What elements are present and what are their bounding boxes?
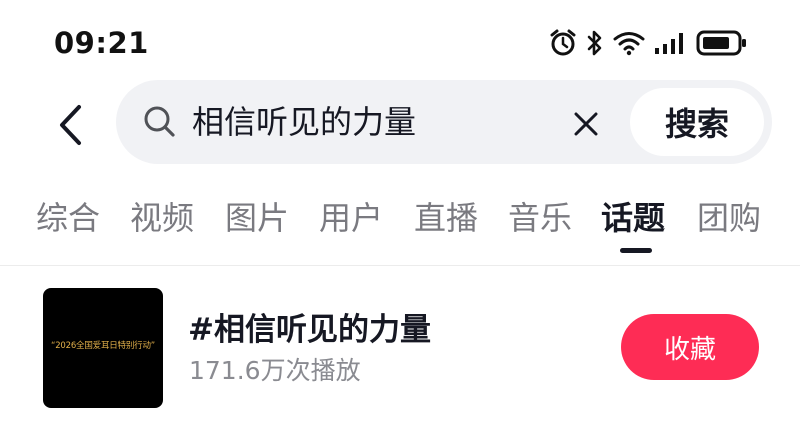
result-tabs: 综合 视频 图片 用户 直播 音乐 话题 团购 [0,190,800,260]
topic-play-count: 171.6万次播放 [189,356,361,385]
search-button[interactable]: 搜索 [630,88,764,156]
alarm-icon [548,28,578,58]
bluetooth-icon [586,29,604,57]
close-icon [574,112,598,136]
topic-result-item[interactable]: “2026全国爱耳日特别行动” #相信听见的力量 171.6万次播放 收藏 [0,266,800,446]
chevron-left-icon [60,105,81,145]
status-bar: 09:21 [0,0,800,80]
tab-users[interactable]: 用户 [319,196,383,240]
active-tab-indicator [620,248,652,253]
tab-comprehensive[interactable]: 综合 [36,196,100,240]
tab-music[interactable]: 音乐 [508,196,572,240]
status-time: 09:21 [54,26,149,60]
search-icon [142,104,178,144]
tab-videos[interactable]: 视频 [130,196,194,240]
topic-title[interactable]: #相信听见的力量 [188,310,431,350]
battery-icon [696,29,748,57]
search-bar[interactable]: 相信听见的力量 搜索 [116,80,772,164]
tab-group-buy[interactable]: 团购 [697,196,761,240]
tab-live[interactable]: 直播 [414,196,478,240]
tab-images[interactable]: 图片 [225,196,289,240]
thumbnail-caption: “2026全国爱耳日特别行动” [51,341,155,351]
signal-icon [654,31,688,55]
wifi-icon [612,30,646,56]
back-button[interactable] [50,100,90,150]
search-input[interactable]: 相信听见的力量 [192,100,416,144]
topic-thumbnail[interactable]: “2026全国爱耳日特别行动” [43,288,163,408]
collect-button[interactable]: 收藏 [621,314,759,380]
clear-search-button[interactable] [568,106,604,142]
status-icons [548,28,748,58]
tab-topics[interactable]: 话题 [601,196,665,240]
